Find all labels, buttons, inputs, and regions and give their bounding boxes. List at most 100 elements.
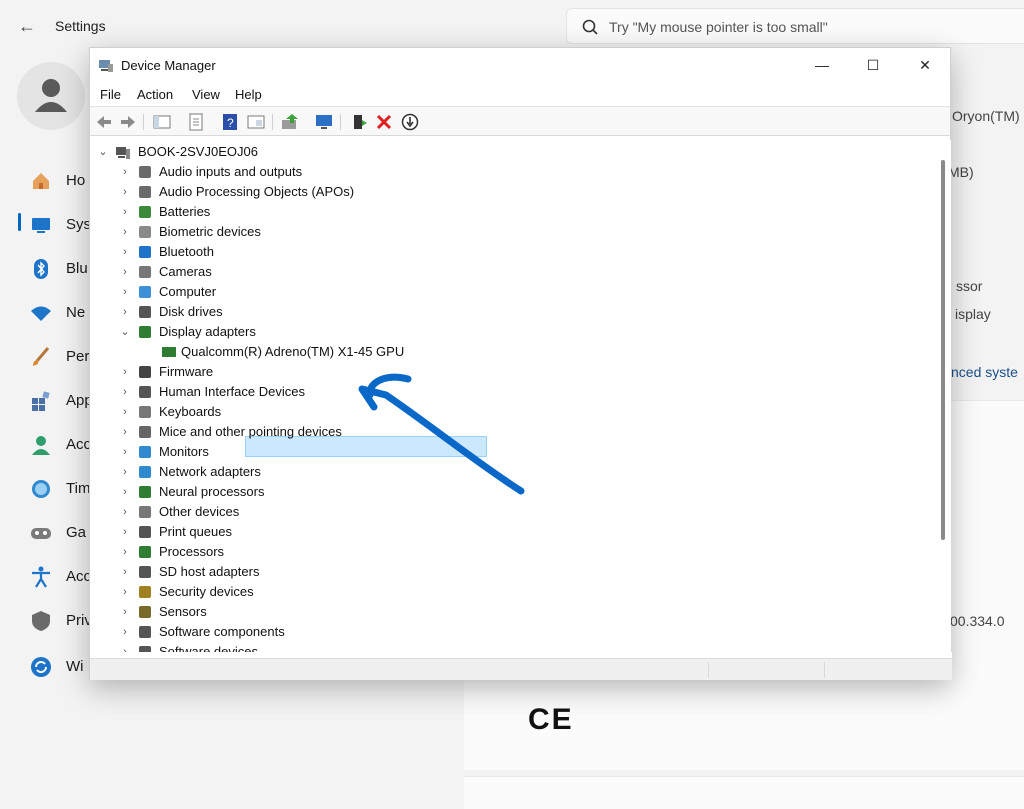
chevron-right-icon[interactable]: ›: [119, 645, 131, 652]
tree-category-row[interactable]: › Processors: [91, 542, 511, 562]
speaker-icon: [139, 186, 151, 198]
chevron-right-icon[interactable]: ›: [119, 305, 131, 319]
scan-hardware-icon[interactable]: [314, 112, 334, 132]
nav-item-gaming[interactable]: Ga: [18, 512, 98, 552]
chevron-right-icon[interactable]: ›: [119, 365, 131, 379]
tree-category-row[interactable]: › Sensors: [91, 602, 511, 622]
tree-category-row[interactable]: › Monitors: [91, 442, 511, 462]
nav-item-network[interactable]: Ne: [18, 292, 98, 332]
avatar[interactable]: [17, 62, 85, 130]
uninstall-device-icon[interactable]: [374, 112, 394, 132]
action-view-icon[interactable]: [246, 112, 266, 132]
chevron-right-icon[interactable]: ›: [119, 405, 131, 419]
chevron-right-icon[interactable]: ›: [119, 565, 131, 579]
tree-category-row[interactable]: › Disk drives: [91, 302, 511, 322]
tree-category-row[interactable]: › Bluetooth: [91, 242, 511, 262]
tree-category-row[interactable]: › Software components: [91, 622, 511, 642]
chevron-right-icon[interactable]: ›: [119, 205, 131, 219]
menu-view[interactable]: View: [192, 87, 220, 102]
battery-icon: [139, 206, 151, 218]
settings-search-input[interactable]: Try "My mouse pointer is too small": [566, 8, 1024, 44]
tree-category-row[interactable]: › Software devices: [91, 642, 511, 652]
back-arrow-icon[interactable]: ←: [18, 16, 38, 36]
gpu-device-row[interactable]: Qualcomm(R) Adreno(TM) X1-45 GPU: [91, 342, 511, 362]
disable-device-icon[interactable]: [400, 112, 420, 132]
scrollbar-thumb[interactable]: [941, 160, 945, 540]
tree-root[interactable]: ⌄ BOOK-2SVJ0EOJ06: [91, 142, 391, 162]
chevron-right-icon[interactable]: ›: [119, 245, 131, 259]
device-manager-titlebar[interactable]: Device Manager — ☐ ✕: [90, 48, 950, 82]
tree-category-row[interactable]: › Neural processors: [91, 482, 511, 502]
back-arrow-icon[interactable]: [94, 112, 114, 132]
maximize-button[interactable]: ☐: [850, 50, 896, 80]
processor-name-fragment: Oryon(TM): [952, 108, 1020, 124]
tree-category-row[interactable]: › Firmware: [91, 362, 511, 382]
close-button[interactable]: ✕: [902, 50, 948, 80]
tree-category-row[interactable]: › Other devices: [91, 502, 511, 522]
forward-arrow-icon[interactable]: [118, 112, 138, 132]
chevron-down-icon[interactable]: ⌄: [119, 325, 131, 339]
category-label: Sensors: [159, 604, 207, 619]
show-hide-tree-icon[interactable]: [152, 112, 172, 132]
chevron-right-icon[interactable]: ›: [119, 605, 131, 619]
chevron-right-icon[interactable]: ›: [119, 445, 131, 459]
search-icon: [582, 19, 598, 35]
update-driver-icon[interactable]: [280, 112, 300, 132]
nav-item-accounts[interactable]: Acc: [18, 424, 98, 464]
chevron-right-icon[interactable]: ›: [119, 165, 131, 179]
nav-item-bluetooth[interactable]: Blu: [18, 248, 98, 288]
nav-item-accessibility[interactable]: Acc: [18, 556, 98, 596]
tree-category-row[interactable]: › Human Interface Devices: [91, 382, 511, 402]
tree-category-row[interactable]: › Cameras: [91, 262, 511, 282]
monitor-icon: [139, 446, 151, 458]
chevron-right-icon[interactable]: ›: [119, 485, 131, 499]
chevron-right-icon[interactable]: ›: [119, 225, 131, 239]
tree-category-row[interactable]: › SD host adapters: [91, 562, 511, 582]
chevron-right-icon[interactable]: ›: [119, 425, 131, 439]
nav-item-time-language[interactable]: Tim: [18, 468, 98, 508]
tree-category-row[interactable]: › Audio Processing Objects (APOs): [91, 182, 511, 202]
add-driver-icon[interactable]: [350, 112, 370, 132]
menu-help[interactable]: Help: [235, 87, 262, 102]
nav-item-system[interactable]: Sys: [18, 204, 98, 244]
tree-category-row[interactable]: › Batteries: [91, 202, 511, 222]
privacy-icon: [32, 611, 50, 631]
device-tree[interactable]: ⌄ BOOK-2SVJ0EOJ06 › Audio inputs and outp…: [91, 140, 937, 652]
menu-file[interactable]: File: [100, 87, 121, 102]
chevron-right-icon[interactable]: ›: [119, 465, 131, 479]
menu-action[interactable]: Action: [137, 87, 173, 102]
nav-item-windows-update[interactable]: Wi: [18, 646, 98, 686]
advanced-system-settings-link[interactable]: nced syste: [951, 364, 1018, 380]
tree-category-row[interactable]: › Security devices: [91, 582, 511, 602]
chevron-right-icon[interactable]: ›: [119, 525, 131, 539]
tree-category-row[interactable]: › Keyboards: [91, 402, 511, 422]
software-device-icon: [139, 646, 151, 652]
chevron-right-icon[interactable]: ›: [119, 185, 131, 199]
tree-category-row[interactable]: › Audio inputs and outputs: [91, 162, 511, 182]
chevron-down-icon[interactable]: ⌄: [97, 145, 109, 159]
chevron-right-icon[interactable]: ›: [119, 285, 131, 299]
chevron-right-icon[interactable]: ›: [119, 545, 131, 559]
nav-item-personalization[interactable]: Per: [18, 336, 98, 376]
tree-category-row[interactable]: › Network adapters: [91, 462, 511, 482]
properties-icon[interactable]: [186, 112, 206, 132]
tree-category-row[interactable]: › Biometric devices: [91, 222, 511, 242]
help-icon[interactable]: ?: [220, 112, 240, 132]
chevron-right-icon[interactable]: ›: [119, 505, 131, 519]
nav-item-home[interactable]: Ho: [18, 160, 98, 200]
nav-item-privacy[interactable]: Priv: [18, 600, 98, 640]
chevron-right-icon[interactable]: ›: [119, 385, 131, 399]
software-component-icon: [139, 626, 151, 638]
vertical-scrollbar[interactable]: [937, 140, 951, 652]
chevron-right-icon[interactable]: ›: [119, 265, 131, 279]
tree-category-row[interactable]: ⌄ Display adapters: [91, 322, 511, 342]
bluetooth-icon: [139, 246, 151, 258]
tree-category-row[interactable]: › Print queues: [91, 522, 511, 542]
tree-category-row[interactable]: › Mice and other pointing devices: [91, 422, 511, 442]
chevron-right-icon[interactable]: ›: [119, 585, 131, 599]
category-label: Cameras: [159, 264, 212, 279]
nav-item-apps[interactable]: App: [18, 380, 98, 420]
chevron-right-icon[interactable]: ›: [119, 625, 131, 639]
minimize-button[interactable]: —: [799, 50, 845, 80]
tree-category-row[interactable]: › Computer: [91, 282, 511, 302]
